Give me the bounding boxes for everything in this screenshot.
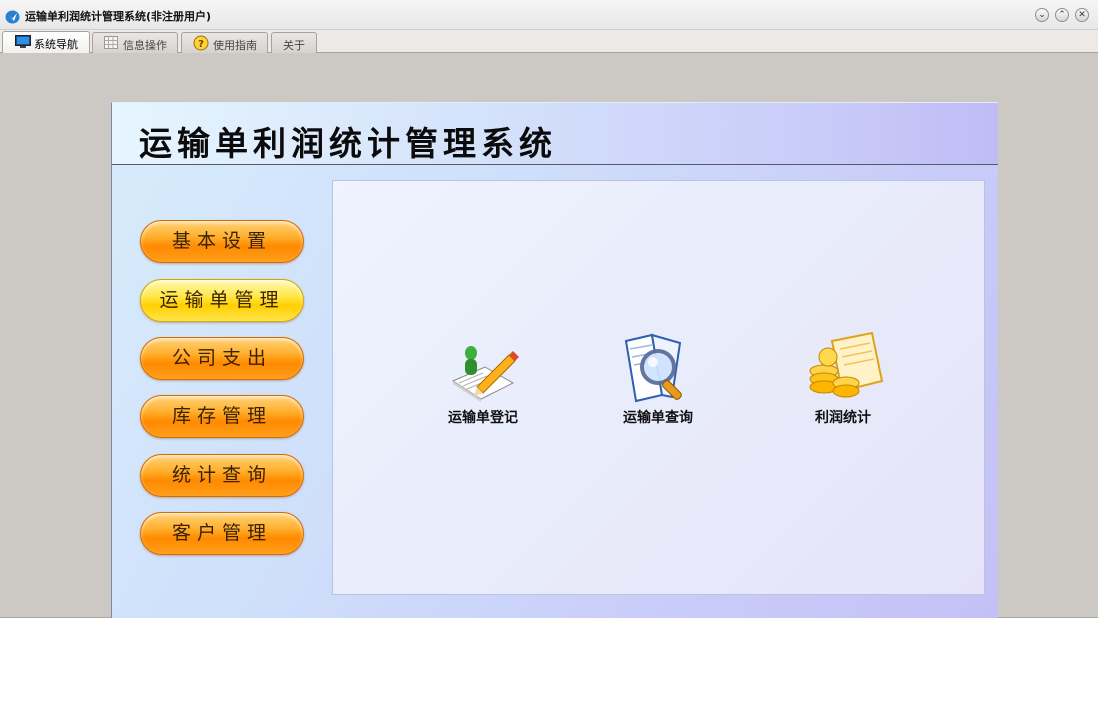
feature-label: 利润统计 [815, 410, 871, 426]
app-window: 运输单利润统计管理系统(非注册用户) ⌄ ⌃ ✕ 系统导航 信息操作 ? 使用指… [0, 0, 1098, 618]
menu-statistics-query-button[interactable]: 统计查询 [140, 454, 304, 497]
chevron-down-icon: ⌄ [1038, 10, 1046, 20]
close-button[interactable]: ✕ [1075, 8, 1089, 22]
tab-info-ops[interactable]: 信息操作 [92, 32, 178, 53]
window-title: 运输单利润统计管理系统(非注册用户) [25, 10, 212, 23]
menu-customer-management-button[interactable]: 客户管理 [140, 512, 304, 555]
maximize-button[interactable]: ⌃ [1055, 8, 1069, 22]
feature-label: 运输单登记 [448, 410, 518, 426]
svg-text:?: ? [198, 39, 204, 50]
feature-profit-statistics[interactable]: 利润统计 [783, 331, 903, 427]
menu-company-expense-button[interactable]: 公司支出 [140, 337, 304, 380]
menu-waybill-management-button[interactable]: 运输单管理 [140, 279, 304, 322]
content-area: 运输单登记 运输单查询 利润统计 [332, 180, 985, 595]
coins-icon [809, 331, 884, 398]
grid-icon [104, 36, 118, 52]
panel-header: 运输单利润统计管理系统 [112, 103, 998, 165]
menu-inventory-button[interactable]: 库存管理 [140, 395, 304, 438]
chevron-up-icon: ⌃ [1058, 10, 1066, 20]
close-icon: ✕ [1078, 10, 1086, 20]
help-icon: ? [193, 35, 209, 54]
page-title: 运输单利润统计管理系统 [139, 124, 557, 163]
tab-user-guide[interactable]: ? 使用指南 [181, 32, 268, 53]
tab-bar: 系统导航 信息操作 ? 使用指南 关于 [0, 30, 1098, 53]
tab-label: 关于 [283, 39, 305, 52]
navigation-panel: 运输单利润统计管理系统 基本设置 运输单管理 公司支出 库存管理 统计查询 客户… [111, 102, 998, 618]
feature-waybill-query[interactable]: 运输单查询 [598, 331, 718, 427]
monitor-icon [15, 35, 31, 51]
tab-system-nav[interactable]: 系统导航 [2, 31, 90, 53]
magnifier-book-icon [624, 333, 682, 403]
menu-basic-settings-button[interactable]: 基本设置 [140, 220, 304, 263]
title-bar: 运输单利润统计管理系统(非注册用户) ⌄ ⌃ ✕ [0, 0, 1098, 30]
minimize-button[interactable]: ⌄ [1035, 8, 1049, 22]
tab-about[interactable]: 关于 [271, 32, 317, 53]
tab-label: 使用指南 [213, 39, 257, 52]
tab-label: 系统导航 [34, 38, 78, 51]
feature-label: 运输单查询 [623, 410, 693, 426]
tab-label: 信息操作 [123, 39, 167, 52]
register-pen-icon [451, 346, 519, 402]
app-logo-icon [5, 9, 20, 24]
feature-waybill-register[interactable]: 运输单登记 [423, 331, 543, 427]
